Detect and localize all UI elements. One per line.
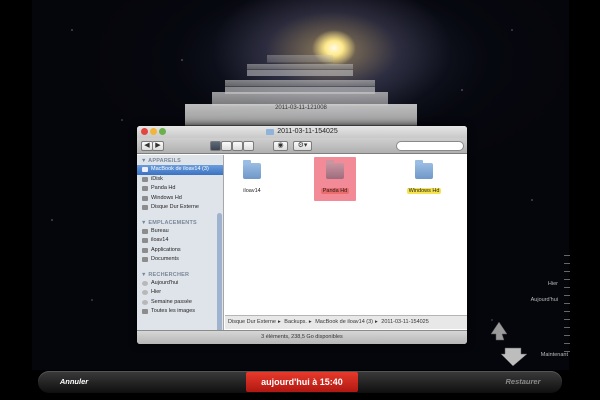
restore-button[interactable]: Restaurer [494,375,552,389]
sidebar-item-applications[interactable]: Applications [137,246,223,256]
clock-icon [142,290,148,295]
clock-icon [142,299,148,305]
view-icons-button[interactable] [210,141,221,151]
folder-icon [326,160,344,179]
window-title: 2011-03-11-154025 [266,126,338,138]
stack-window-title: 2011-03-11-121008 [275,105,327,111]
sidebar-item-windows-hd[interactable]: Windows Hd [137,194,223,204]
clock-icon [142,280,148,286]
stack-window-far [267,55,333,63]
folder-icon [266,129,275,135]
idisk-icon [142,176,148,182]
path-segment[interactable]: Disque Dur Externe [228,319,276,325]
stack-window-4 [247,64,353,76]
timeline-label-today[interactable]: Aujourd'hui [531,297,558,303]
sidebar-scrollbar[interactable] [217,213,222,332]
sidebar-item-external-disk[interactable]: Disque Dur Externe [137,203,223,213]
sidebar-heading-devices: ▼ APPAREILS [141,158,182,164]
folder-item-panda-hd[interactable]: Panda Hd [314,157,356,201]
path-segment[interactable]: Backups. [284,319,307,325]
view-list-button[interactable] [221,141,232,151]
folder-label: Panda Hd [320,188,350,194]
laptop-icon [142,167,148,172]
sidebar: ▼ APPAREILS MacBook de iloav14 (3) iDisk… [137,155,224,332]
quicklook-button[interactable]: ◉ [273,141,288,151]
gear-icon: ⚙▾ [297,142,308,149]
disk-icon [142,186,148,191]
sidebar-item-home[interactable]: iloav14 [137,236,223,246]
time-navigation-arrows [490,321,527,367]
folder-icon [243,160,261,179]
sidebar-heading-places: ▼ EMPLACEMENTS [141,219,197,226]
zoom-button[interactable] [159,128,166,135]
sidebar-item-last-week[interactable]: Semaine passée [137,298,223,308]
timeline-label-yesterday[interactable]: Hier [548,281,558,287]
sidebar-item-idisk[interactable]: iDisk [137,175,223,185]
folder-content: iloav14 Panda Hd Windows Hd [225,155,467,315]
sidebar-item-documents[interactable]: Documents [137,255,223,265]
folder-label: Windows Hd [406,188,442,194]
time-machine-screen: 2011-03-11-121008 2011-03-11-154025 ◀ ▶ … [0,0,600,400]
forward-button[interactable]: ▶ [152,141,164,151]
cancel-button[interactable]: Annuler [50,375,98,389]
arrow-back-in-time-icon[interactable] [490,321,508,341]
eye-icon: ◉ [277,142,284,149]
disk-icon [142,195,148,201]
current-date-indicator: aujourd'hui à 15:40 [246,372,358,392]
timeline[interactable]: Hier Aujourd'hui Maintenant [531,255,570,358]
sidebar-item-yesterday[interactable]: Hier [137,288,223,298]
arrow-forward-in-time-icon[interactable] [500,347,527,367]
action-menu-button[interactable]: ⚙▾ [293,141,312,151]
home-icon [142,238,148,243]
folder-label: iloav14 [243,188,261,194]
path-segment[interactable]: MacBook de iloav14 (3) [315,319,373,325]
folder-item-windows-hd[interactable]: Windows Hd [400,157,448,197]
minimize-button[interactable] [150,128,157,135]
status-bar: 3 éléments, 238,5 Go disponibles [137,330,467,344]
view-coverflow-button[interactable] [243,141,254,151]
timeline-label-now[interactable]: Maintenant [541,352,568,358]
view-columns-button[interactable] [232,141,243,151]
window-titlebar: 2011-03-11-154025 [137,126,467,138]
sidebar-item-macbook[interactable]: MacBook de iloav14 (3) [137,165,223,175]
images-icon [142,309,148,314]
sidebar-item-today[interactable]: Aujourd'hui [137,279,223,289]
stack-window-1[interactable]: 2011-03-11-121008 [185,104,417,126]
sidebar-item-panda-hd[interactable]: Panda Hd [137,184,223,194]
applications-icon [142,247,148,253]
folder-item-iloav14[interactable]: iloav14 [231,157,273,197]
desktop-icon [142,228,148,234]
path-segment[interactable]: 2011-03-11-154025 [381,319,429,325]
sidebar-heading-search: ▼ RECHERCHER [141,271,190,278]
finder-window: 2011-03-11-154025 ◀ ▶ ◉ ⚙▾ ▼ APPAREILS M… [137,126,467,344]
window-toolbar: ◀ ▶ ◉ ⚙▾ [137,138,467,154]
sidebar-item-all-images[interactable]: Toutes les images [137,307,223,317]
path-bar: Disque Dur Externe ▸ Backups. ▸ MacBook de… [225,315,467,329]
documents-icon [142,257,148,262]
folder-icon [415,160,433,179]
search-field[interactable] [396,141,464,151]
external-disk-icon [142,205,148,210]
close-button[interactable] [141,128,148,135]
sidebar-item-bureau[interactable]: Bureau [137,227,223,237]
